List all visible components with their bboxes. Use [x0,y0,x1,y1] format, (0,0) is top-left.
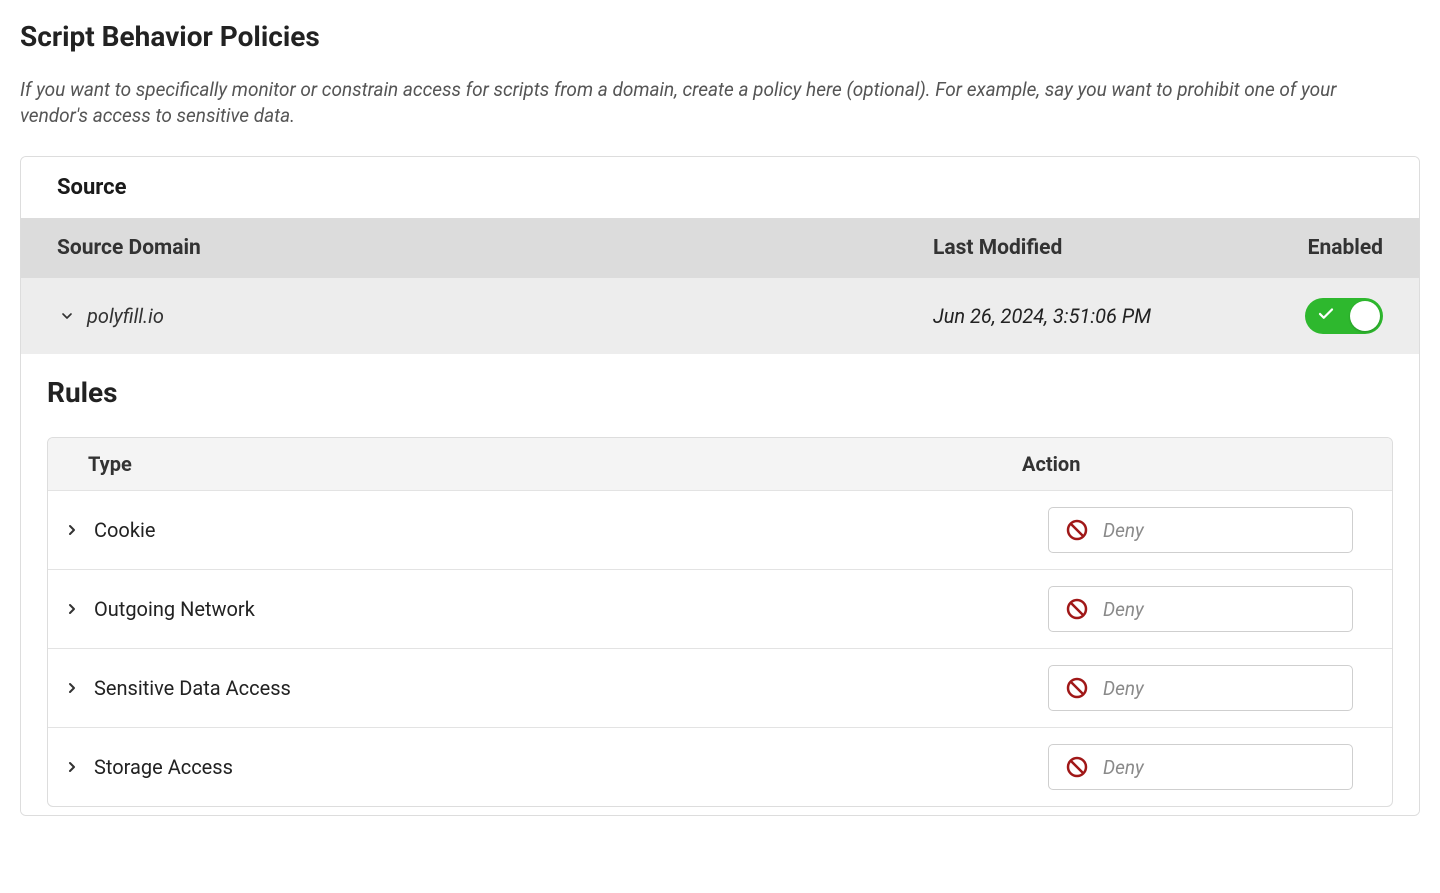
rule-row: Outgoing Network Deny [48,570,1392,649]
check-icon [1317,304,1335,328]
rule-row: Storage Access Deny [48,728,1392,806]
rule-action-label: Deny [1103,756,1144,779]
chevron-down-icon [57,306,77,326]
rule-action-select[interactable]: Deny [1048,744,1353,790]
rule-action-label: Deny [1103,519,1144,542]
rule-type-expander[interactable]: Sensitive Data Access [62,676,1048,700]
source-section-label: Source [21,157,1419,218]
chevron-right-icon [62,599,82,619]
rule-type-expander[interactable]: Cookie [62,518,1048,542]
header-enabled: Enabled [1233,236,1383,260]
source-domain-value: polyfill.io [87,304,164,328]
rule-action-select[interactable]: Deny [1048,586,1353,632]
source-row: polyfill.io Jun 26, 2024, 3:51:06 PM [21,278,1419,354]
rules-title: Rules [47,376,1393,409]
rule-action-label: Deny [1103,677,1144,700]
source-last-modified: Jun 26, 2024, 3:51:06 PM [933,304,1233,328]
rule-row: Cookie Deny [48,491,1392,570]
policies-panel: Source Source Domain Last Modified Enabl… [20,156,1420,816]
rules-section: Rules Type Action Cookie [21,354,1419,815]
rule-type-label: Sensitive Data Access [94,676,291,700]
rule-row: Sensitive Data Access Deny [48,649,1392,728]
header-last-modified: Last Modified [933,236,1233,260]
chevron-right-icon [62,520,82,540]
deny-icon [1065,755,1089,779]
toggle-knob [1350,301,1380,331]
deny-icon [1065,597,1089,621]
rules-table-header: Type Action [48,438,1392,491]
page-title: Script Behavior Policies [20,20,1420,53]
rule-action-select[interactable]: Deny [1048,665,1353,711]
rule-type-label: Cookie [94,518,155,542]
rule-type-expander[interactable]: Outgoing Network [62,597,1048,621]
source-table-header: Source Domain Last Modified Enabled [21,218,1419,278]
page-description: If you want to specifically monitor or c… [20,77,1380,128]
rule-action-label: Deny [1103,598,1144,621]
deny-icon [1065,518,1089,542]
rules-table: Type Action Cookie Deny [47,437,1393,807]
rule-type-label: Storage Access [94,755,233,779]
chevron-right-icon [62,678,82,698]
rule-type-expander[interactable]: Storage Access [62,755,1048,779]
source-row-expander[interactable]: polyfill.io [57,304,933,328]
rule-action-select[interactable]: Deny [1048,507,1353,553]
header-action: Action [1022,452,1352,476]
rule-type-label: Outgoing Network [94,597,255,621]
header-type: Type [88,452,1022,476]
deny-icon [1065,676,1089,700]
chevron-right-icon [62,757,82,777]
header-source-domain: Source Domain [57,236,933,260]
enabled-toggle[interactable] [1305,298,1383,334]
